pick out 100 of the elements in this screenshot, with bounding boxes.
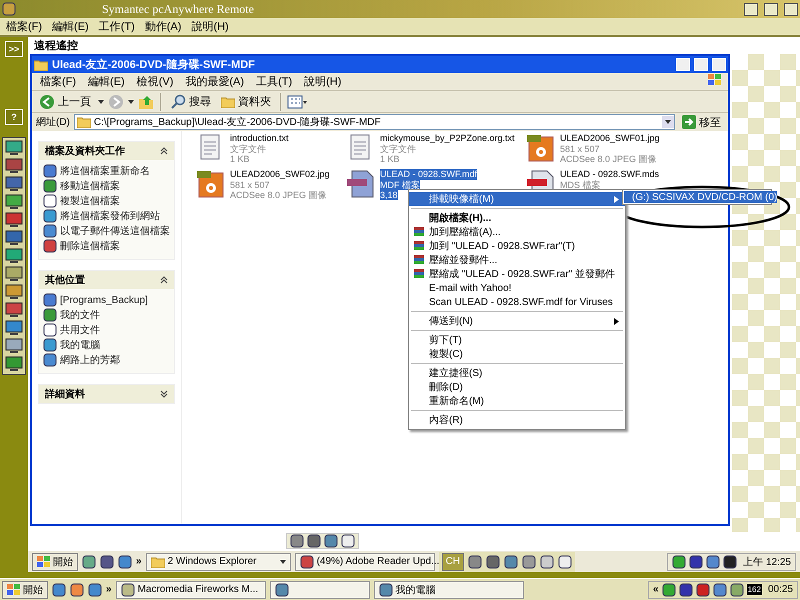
- menu-item[interactable]: 刪除(D): [409, 380, 625, 394]
- tray-icon[interactable]: [678, 582, 693, 596]
- menu-item[interactable]: 加到壓縮檔(A)...: [409, 225, 625, 239]
- task-link[interactable]: 網路上的芳鄰: [43, 353, 170, 367]
- menu-item[interactable]: 開啟檔案(H)...: [409, 211, 625, 225]
- menu-item[interactable]: 內容(R): [409, 413, 625, 427]
- back-button[interactable]: 上一頁: [36, 94, 94, 110]
- task-link[interactable]: 刪除這個檔案: [43, 239, 170, 253]
- search-button[interactable]: 搜尋: [167, 94, 214, 110]
- app-icon[interactable]: [120, 582, 135, 596]
- monitor-icon[interactable]: [5, 266, 23, 282]
- taskbar-button[interactable]: [270, 580, 370, 598]
- menu-item[interactable]: 重新命名(M): [409, 394, 625, 408]
- file-item[interactable]: introduction.txt 文字文件 1 KB: [196, 133, 346, 169]
- task-link[interactable]: 我的電腦: [43, 338, 170, 352]
- menu-item[interactable]: 工作(T): [98, 19, 135, 34]
- monitor-icon[interactable]: [5, 158, 23, 174]
- task-link[interactable]: 以電子郵件傳送這個檔案: [43, 224, 170, 238]
- maximize-button[interactable]: [764, 2, 778, 16]
- monitor-icon[interactable]: [5, 338, 23, 354]
- taskbar-button[interactable]: 我的電腦: [374, 580, 524, 598]
- menu-item[interactable]: 我的最愛(A): [185, 74, 244, 89]
- task-link[interactable]: 複製這個檔案: [43, 194, 170, 208]
- taskbar-button[interactable]: 2 Windows Explorer: [146, 552, 291, 570]
- quick-launch-icon[interactable]: [52, 582, 66, 596]
- tray-icon[interactable]: [696, 582, 710, 596]
- quick-launch-icon[interactable]: [82, 554, 96, 568]
- menu-item[interactable]: 動作(A): [144, 19, 182, 34]
- close-button[interactable]: [784, 2, 798, 16]
- menu-item[interactable]: 複製(C): [409, 347, 625, 361]
- task-link[interactable]: 移動這個檔案: [43, 179, 170, 193]
- task-icon[interactable]: [43, 239, 57, 253]
- file-item[interactable]: ULEAD2006_SWF01.jpg 581 x 507 ACDSee 8.0 JPEG 圖像: [526, 133, 691, 169]
- taskbar-button[interactable]: Macromedia Fireworks M...: [116, 580, 266, 598]
- menu-item[interactable]: (G:) SCSIVAX DVD/CD-ROM (0): [624, 191, 778, 203]
- task-icon[interactable]: [43, 293, 57, 307]
- views-icon[interactable]: [287, 94, 307, 108]
- menu-item[interactable]: 壓縮成 "ULEAD - 0928.SWF.rar" 並發郵件: [409, 267, 625, 281]
- app-icon[interactable]: [274, 582, 289, 596]
- monitor-icon[interactable]: [5, 212, 23, 228]
- monitor-icon[interactable]: [5, 140, 23, 156]
- task-icon[interactable]: [43, 224, 57, 238]
- task-icon[interactable]: [43, 353, 57, 367]
- tray-icon[interactable]: [672, 554, 686, 568]
- menu-item[interactable]: 編輯(E): [88, 74, 125, 89]
- folders-button[interactable]: 資料夾: [218, 94, 274, 109]
- task-icon[interactable]: [43, 179, 57, 193]
- tray-icon[interactable]: [723, 554, 738, 568]
- more-chevron[interactable]: »: [106, 584, 112, 595]
- monitor-icon[interactable]: [5, 356, 23, 372]
- task-icon[interactable]: [43, 323, 57, 337]
- file-item[interactable]: ULEAD2006_SWF02.jpg 581 x 507 ACDSee 8.0 JPEG 圖像: [196, 169, 346, 205]
- task-link[interactable]: 共用文件: [43, 323, 170, 337]
- monitor-icon[interactable]: [5, 248, 23, 264]
- menu-item[interactable]: 掛載映像檔(M): [409, 192, 625, 206]
- app-icon[interactable]: [300, 554, 314, 568]
- start-button[interactable]: 開始: [2, 580, 48, 598]
- monitor-icon[interactable]: [5, 176, 23, 192]
- menu-item[interactable]: 傳送到(N): [409, 314, 625, 328]
- start-button[interactable]: 開始: [32, 552, 78, 570]
- tray-icon[interactable]: [712, 582, 727, 596]
- menu-item[interactable]: 剪下(T): [409, 333, 625, 347]
- quick-launch-icon[interactable]: [88, 582, 102, 596]
- menu-item[interactable]: 壓縮並發郵件...: [409, 253, 625, 267]
- menu-item[interactable]: 檢視(V): [136, 74, 174, 89]
- menu-item[interactable]: 加到 "ULEAD - 0928.SWF.rar"(T): [409, 239, 625, 253]
- tray-icon[interactable]: [689, 554, 704, 568]
- task-link[interactable]: [Programs_Backup]: [43, 293, 170, 307]
- task-link[interactable]: 我的文件: [43, 308, 170, 322]
- collapse-chevron-icon[interactable]: [160, 147, 168, 155]
- app-icon[interactable]: [378, 582, 393, 596]
- menu-item[interactable]: 檔案(F): [40, 74, 76, 89]
- more-chevron[interactable]: »: [136, 556, 142, 567]
- menu-item[interactable]: 工具(T): [256, 74, 292, 89]
- expand-chevron-icon[interactable]: [160, 390, 168, 398]
- quick-launch-icon[interactable]: [100, 554, 114, 568]
- quick-launch-icon[interactable]: [118, 554, 132, 568]
- menu-item[interactable]: Scan ULEAD - 0928.SWF.mdf for Viruses: [409, 295, 625, 309]
- file-item[interactable]: mickymouse_by_P2PZone.org.txt 文字文件 1 KB: [346, 133, 526, 169]
- task-icon[interactable]: [43, 338, 57, 352]
- menu-item[interactable]: 編輯(E): [52, 19, 89, 34]
- menu-item[interactable]: E-mail with Yahoo!: [409, 281, 625, 295]
- tray-icon[interactable]: [730, 582, 744, 596]
- toolbar-icon[interactable]: [540, 554, 554, 568]
- monitor-icon[interactable]: [5, 302, 23, 318]
- tray-expand-chevron[interactable]: «: [653, 584, 659, 595]
- side-button[interactable]: >>: [5, 41, 23, 57]
- monitor-icon[interactable]: [5, 194, 23, 210]
- monitor-icon[interactable]: [5, 284, 23, 300]
- go-button[interactable]: 移至: [679, 114, 724, 130]
- menu-item[interactable]: 說明(H): [191, 19, 229, 34]
- task-icon[interactable]: [43, 308, 57, 322]
- task-icon[interactable]: [43, 209, 57, 223]
- monitor-icon[interactable]: [5, 320, 23, 336]
- menu-item[interactable]: 檔案(F): [6, 19, 42, 34]
- minimize-button[interactable]: [744, 2, 758, 16]
- quick-launch-icon[interactable]: [70, 582, 84, 596]
- task-icon[interactable]: [43, 194, 57, 208]
- side-button[interactable]: ?: [5, 109, 23, 125]
- address-field[interactable]: C:\[Programs_Backup]\Ulead-友立-2006-DVD-隨身碟-SWF-MDF: [74, 114, 675, 130]
